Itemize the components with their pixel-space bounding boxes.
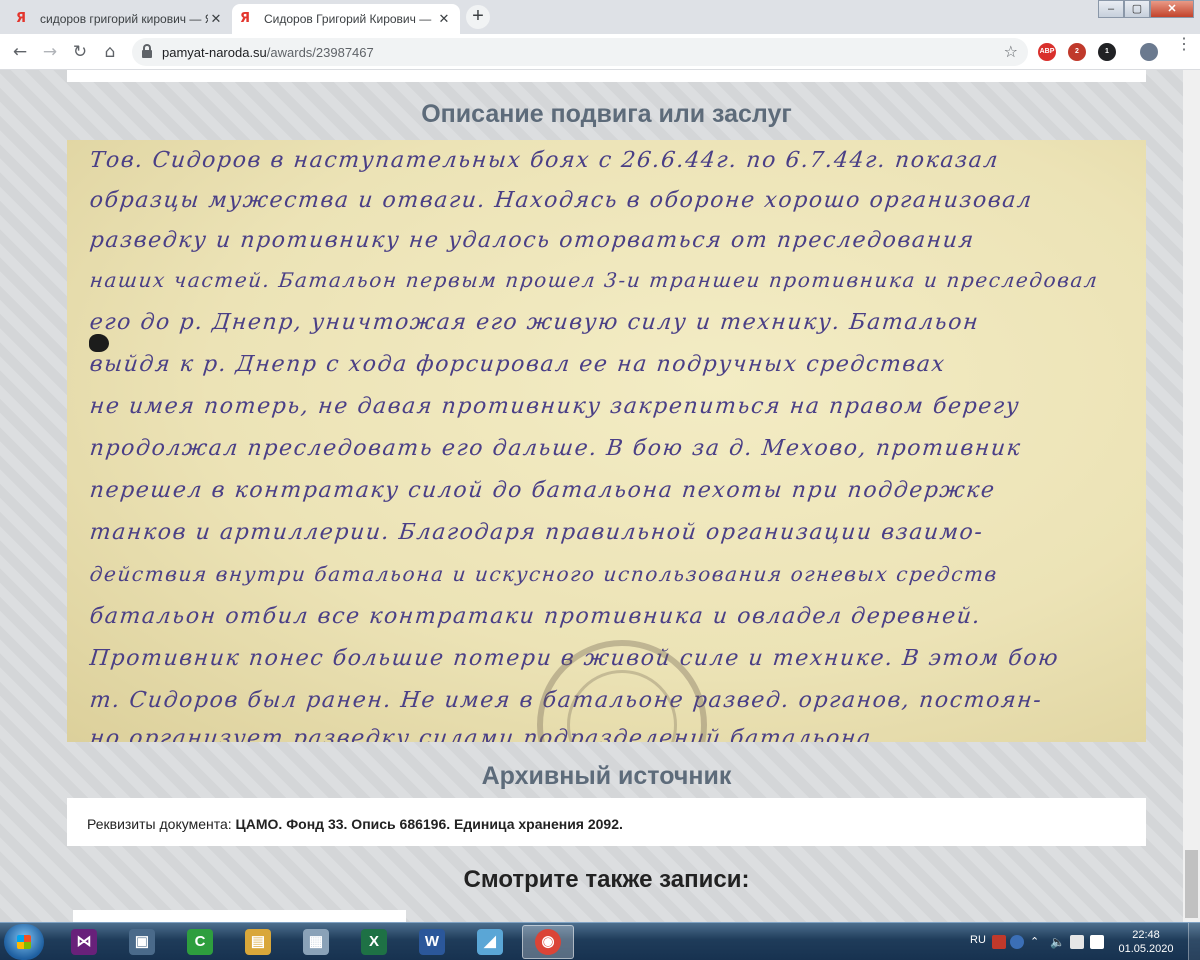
taskbar-computer[interactable]: ▣ [116,925,168,959]
help-tray-icon[interactable] [1010,935,1024,949]
handwritten-line: но организует разведку силами подразделе… [88,726,874,742]
taskbar-explorer[interactable]: ▤ [232,925,284,959]
start-button[interactable] [4,924,44,960]
clock-time: 22:48 [1132,929,1160,941]
new-tab-button[interactable]: + [466,5,490,29]
handwritten-line: Тов. Сидоров в наступательных боях с 26.… [88,148,1001,173]
action-center-icon[interactable] [1070,935,1084,949]
scrollbar-thumb[interactable] [1185,850,1198,918]
url-text: pamyat-naroda.su/awards/23987467 [162,45,374,60]
handwritten-line: перешел в контратаку силой до батальона … [88,478,997,503]
taskbar-calculator[interactable]: ▦ [290,925,342,959]
close-window-button[interactable]: ✕ [1150,0,1194,18]
ink-blot [89,334,109,352]
tab-current-page[interactable]: Я Сидоров Григорий Кирович — ✕ [232,4,460,34]
address-bar[interactable]: pamyat-naroda.su/awards/23987467 ☆ [132,38,1028,66]
taskbar-paint[interactable]: ◢ [464,925,516,959]
tab-strip: Я сидоров григорий кирович — Я ✕ Я Сидор… [0,0,1200,34]
visual-studio-icon: ⋈ [71,929,97,955]
archive-source-card: Реквизиты документа: ЦАМО. Фонд 33. Опис… [67,798,1146,846]
extension-badge: 1 [1105,48,1109,55]
calculator-icon: ▦ [303,929,329,955]
archive-source-title: Архивный источник [481,762,732,790]
handwritten-line: его до р. Днепр, уничтожая его живую сил… [88,310,981,335]
show-desktop-button[interactable] [1188,923,1200,960]
adblock-plus-icon[interactable]: ABP [1038,43,1056,61]
card-bottom-edge [67,70,1146,82]
see-also-title: Смотрите также записи: [463,866,750,893]
taskbar-visual-studio[interactable]: ⋈ [58,925,110,959]
related-record-card[interactable] [73,910,406,922]
system-tray: RU ⌃ 🔈 22:48 01.05.2020 [966,923,1200,960]
extension-box-icon[interactable]: 1 [1098,43,1116,61]
handwritten-line: не имея потерь, не давая противнику закр… [88,394,1022,419]
profile-avatar-icon[interactable] [1140,43,1158,61]
taskbar-excel[interactable]: X [348,925,400,959]
chrome-icon: ◉ [535,929,561,955]
back-arrow-icon[interactable]: ← [8,40,32,64]
volume-icon[interactable]: 🔈 [1050,935,1065,949]
expand-tray-icon[interactable]: ⌃ [1030,935,1044,949]
extension-red-icon[interactable]: 2 [1068,43,1086,61]
archive-value: ЦАМО. Фонд 33. Опись 686196. Единица хра… [235,816,623,832]
forward-arrow-icon[interactable]: → [38,40,62,64]
handwritten-line: продолжал преследовать его дальше. В бою… [88,436,1023,461]
paint-icon: ◢ [477,929,503,955]
yandex-favicon-icon: Я [16,11,27,26]
url-host: pamyat-naroda.su [162,45,267,60]
tab-title: сидоров григорий кирович — Я [40,12,208,26]
handwritten-line: наших частей. Батальон первым прошел 3-и… [88,268,1100,292]
maximize-button[interactable]: ▢ [1124,0,1150,18]
tab-search-results[interactable]: Я сидоров григорий кирович — Я ✕ [8,4,232,34]
computer-icon: ▣ [129,929,155,955]
reload-icon[interactable]: ↻ [68,40,92,64]
clock-date: 01.05.2020 [1118,943,1174,955]
word-icon: W [419,929,445,955]
browser-toolbar: ← → ↻ ⌂ pamyat-naroda.su/awards/23987467… [0,34,1200,70]
handwritten-line: батальон отбил все контратаки противника… [88,604,983,629]
handwritten-line: образцы мужества и отваги. Находясь в об… [88,188,1034,213]
handwritten-line: выйдя к р. Днепр с хода форсировал ее на… [88,352,947,377]
taskbar-word[interactable]: W [406,925,458,959]
close-tab-icon[interactable]: ✕ [436,11,452,27]
explorer-folder-icon: ▤ [245,929,271,955]
clock[interactable]: 22:48 01.05.2020 [1116,928,1176,956]
archive-label: Реквизиты документа: [87,816,236,832]
url-path: /awards/23987467 [266,45,374,60]
page-content: Описание подвига или заслуг Тов. Сидоров… [0,70,1200,922]
scrollbar[interactable] [1183,70,1200,922]
taskbar-camtasia[interactable]: C [174,925,226,959]
handwritten-line: разведку и противнику не удалось оторват… [88,228,977,253]
windows-logo-icon [17,935,31,949]
camtasia-icon: C [187,929,213,955]
handwritten-line: действия внутри батальона и искусного ис… [88,562,1000,586]
language-indicator[interactable]: RU [970,934,986,946]
tab-title: Сидоров Григорий Кирович — [264,12,432,26]
excel-icon: X [361,929,387,955]
taskbar-chrome[interactable]: ◉ [522,925,574,959]
bookmark-star-icon[interactable]: ☆ [1004,42,1018,61]
network-icon[interactable] [1090,935,1104,949]
scanned-document-image: Тов. Сидоров в наступательных боях с 26.… [67,140,1146,742]
close-tab-icon[interactable]: ✕ [208,11,224,27]
pdf-tray-icon[interactable] [992,935,1006,949]
windows-taskbar: ⋈ ▣ C ▤ ▦ X W ◢ ◉ RU ⌃ 🔈 22:48 01.05.202… [0,922,1200,960]
section-title: Описание подвига или заслуг [421,100,792,128]
kebab-menu-icon[interactable]: ⋮ [1176,37,1192,53]
window-controls: ‒ ▢ ✕ [1098,0,1194,18]
lock-icon [142,44,152,58]
extension-badge: 2 [1075,48,1079,55]
minimize-button[interactable]: ‒ [1098,0,1124,18]
yandex-favicon-icon: Я [240,11,251,26]
home-icon[interactable]: ⌂ [98,40,122,64]
handwritten-line: танков и артиллерии. Благодаря правильно… [88,520,985,545]
